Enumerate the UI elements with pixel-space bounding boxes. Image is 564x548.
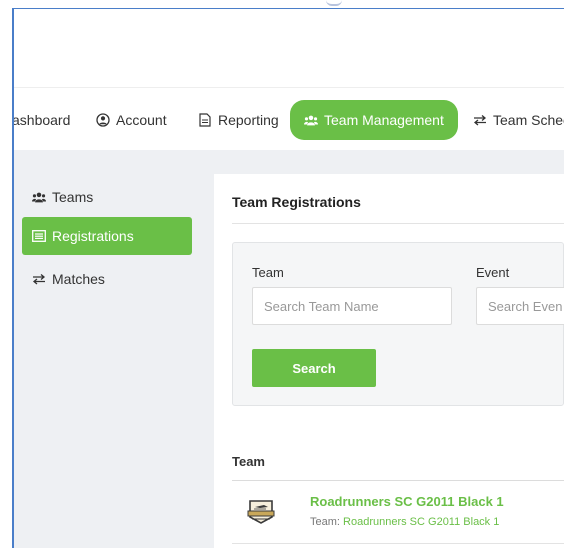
nav-item-label: ashboard (12, 112, 71, 128)
nav-item-label: Reporting (218, 112, 279, 128)
table-header-divider (232, 480, 564, 481)
page-title: Team Registrations (232, 194, 361, 210)
users-icon (304, 113, 318, 127)
search-form: Team Search Team Name Event Search Even … (232, 242, 564, 406)
exchange-icon (473, 113, 487, 127)
row-divider (232, 543, 564, 544)
page-header-area (14, 9, 564, 87)
frame-border-top (12, 8, 564, 9)
team-name-link[interactable]: Roadrunners SC G2011 Black 1 (310, 494, 504, 509)
nav-item-label: Team Management (324, 112, 444, 128)
event-search-input[interactable]: Search Even (476, 287, 564, 325)
team-subtitle-key: Team: (310, 516, 340, 528)
frame-border-left (12, 8, 14, 548)
users-icon (32, 190, 46, 204)
search-button[interactable]: Search (252, 349, 376, 387)
content-background (14, 150, 564, 174)
nav-item-team-management[interactable]: Team Management (290, 100, 458, 140)
main-navigation: ashboard Account Reporting Team Manageme… (12, 87, 564, 150)
nav-item-team-schedule[interactable]: Team Schec (473, 100, 564, 140)
title-divider (232, 223, 564, 224)
sidebar-item-teams[interactable]: Teams (22, 178, 192, 216)
sidebar-item-label: Registrations (52, 228, 134, 244)
nav-item-label: Account (116, 112, 167, 128)
top-edge-glyph (326, 0, 342, 6)
team-subtitle-value: Roadrunners SC G2011 Black 1 (343, 516, 500, 528)
sidebar-item-registrations[interactable]: Registrations (22, 217, 192, 255)
document-icon (198, 113, 212, 127)
nav-item-account[interactable]: Account (96, 100, 167, 140)
sidebar: Teams Registrations Matches (14, 174, 214, 548)
screenshot-frame: ashboard Account Reporting Team Manageme… (0, 0, 564, 548)
exchange-icon (32, 272, 46, 286)
nav-item-dashboard[interactable]: ashboard (12, 100, 70, 140)
team-subtitle: Team: Roadrunners SC G2011 Black 1 (310, 516, 499, 528)
nav-item-label: Team Schec (493, 112, 564, 128)
sidebar-item-matches[interactable]: Matches (22, 260, 192, 298)
list-icon (32, 229, 46, 243)
table-header-team: Team (232, 454, 265, 469)
nav-item-reporting[interactable]: Reporting (198, 100, 279, 140)
user-circle-icon (96, 113, 110, 127)
team-logo-icon (244, 494, 278, 528)
team-field-label: Team (252, 265, 284, 280)
team-search-input[interactable]: Search Team Name (252, 287, 452, 325)
sidebar-item-label: Matches (52, 271, 105, 287)
sidebar-item-label: Teams (52, 189, 94, 205)
event-field-label: Event (476, 265, 510, 280)
main-content: Team Registrations Team Search Team Name… (214, 174, 564, 548)
